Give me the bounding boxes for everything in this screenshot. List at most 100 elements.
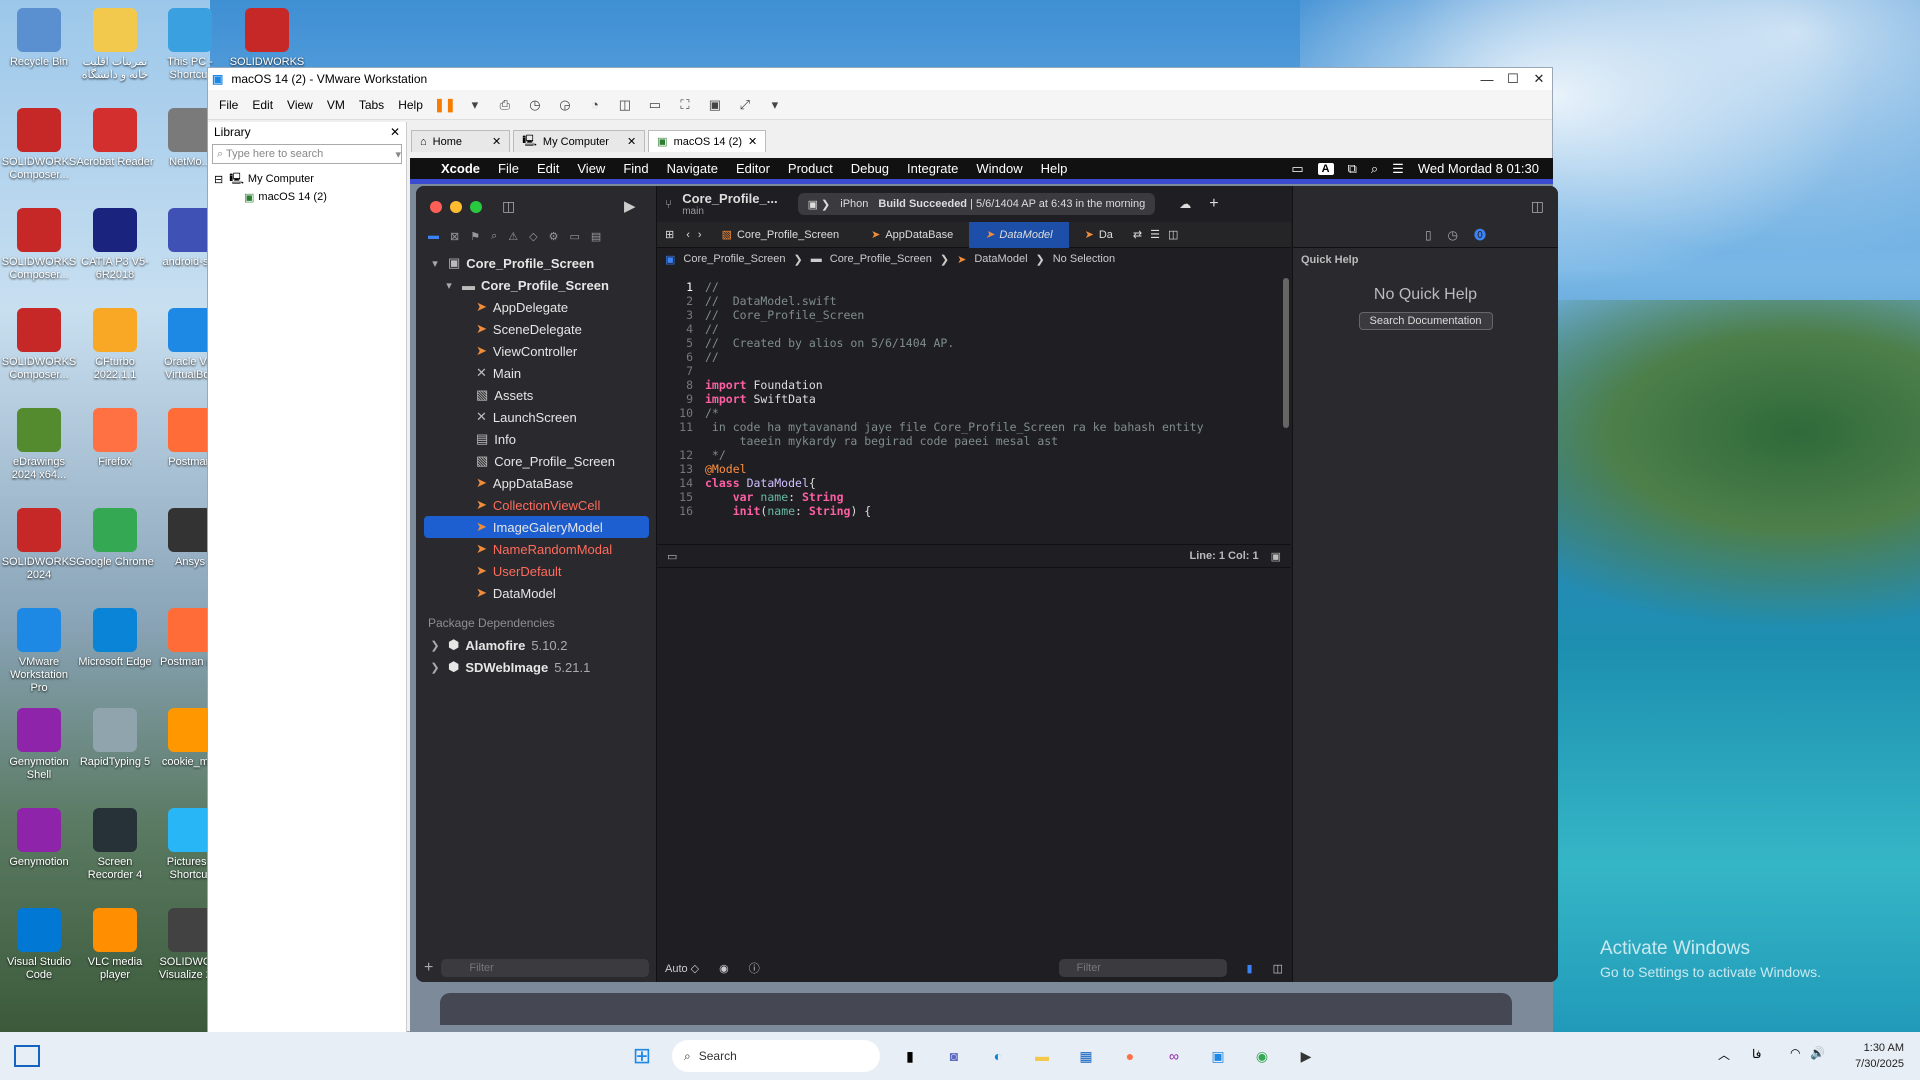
issue-icon[interactable]: ⚠: [508, 230, 518, 243]
snapshot-manager-icon[interactable]: ◔: [584, 94, 606, 116]
desktop-icon[interactable]: CATIA P3 V5-6R2018: [76, 208, 154, 282]
screen-record-icon[interactable]: ▭: [1291, 161, 1303, 177]
desktop-icon[interactable]: Firefox: [76, 408, 154, 469]
crumb-item[interactable]: DataModel: [974, 253, 1027, 265]
add-tab-icon[interactable]: +: [1209, 195, 1218, 213]
desktop-icon[interactable]: Screen Recorder 4: [76, 808, 154, 882]
grid-icon[interactable]: ⊞: [657, 228, 682, 241]
navigator-item[interactable]: ➤ CollectionViewCell: [416, 494, 657, 516]
right-pane-icon[interactable]: ◫: [1273, 962, 1283, 975]
tree-my-computer[interactable]: ⊟ 🖳 My Computer: [214, 170, 400, 188]
chrome-icon[interactable]: ◉: [1245, 1039, 1279, 1073]
quick-help-icon[interactable]: ⓿: [1474, 226, 1486, 243]
store-icon[interactable]: ▦: [1069, 1039, 1103, 1073]
desktop-icon[interactable]: VLC media player: [76, 908, 154, 982]
history-inspector-icon[interactable]: ◷: [1448, 228, 1458, 242]
dropdown-icon[interactable]: ▾: [464, 94, 486, 116]
desktop-icon[interactable]: Acrobat Reader: [76, 108, 154, 169]
tree-vm-macos[interactable]: ▣ macOS 14 (2): [214, 188, 400, 206]
editor-options-icon[interactable]: ☰: [1146, 228, 1164, 241]
menu-file[interactable]: File: [489, 161, 528, 176]
forward-icon[interactable]: ›: [694, 229, 706, 241]
navigator-item[interactable]: ➤ SceneDelegate: [416, 318, 657, 340]
tab-macos[interactable]: ▣ macOS 14 (2) ✕: [648, 130, 767, 152]
snapshot-icon[interactable]: ◷: [524, 94, 546, 116]
stage-manager-icon[interactable]: ⧉: [1348, 161, 1357, 177]
macos-guest-screen[interactable]: Xcode File Edit View Find Navigate Edito…: [410, 158, 1558, 1033]
desktop-icon[interactable]: RapidTyping 5: [76, 708, 154, 769]
menu-integrate[interactable]: Integrate: [898, 161, 967, 176]
console-view-icon[interactable]: ▣: [704, 94, 726, 116]
menu-xcode[interactable]: Xcode: [432, 161, 489, 176]
menu-debug[interactable]: Debug: [842, 161, 898, 176]
vmware-icon[interactable]: ▣: [1201, 1039, 1235, 1073]
navigator-item[interactable]: ✕ LaunchScreen: [416, 406, 657, 428]
bookmark-icon[interactable]: ⚑: [470, 230, 480, 243]
desktop-icon[interactable]: Genymotion: [0, 808, 78, 869]
menu-vm[interactable]: VM: [320, 98, 352, 112]
package-item[interactable]: ❯ ⬢ Alamofire 5.10.2: [416, 634, 657, 656]
crumb-item[interactable]: Core_Profile_Screen: [830, 253, 932, 265]
tab-close-icon[interactable]: ✕: [627, 135, 636, 148]
menubar-clock[interactable]: Wed Mordad 8 01:30: [1418, 161, 1539, 176]
navigator-filter-input[interactable]: Filter: [441, 959, 649, 977]
desktop-icon[interactable]: Google Chrome: [76, 508, 154, 569]
stretch-dropdown-icon[interactable]: ▾: [764, 94, 786, 116]
edge-icon[interactable]: ◐: [981, 1039, 1015, 1073]
navigator-item[interactable]: ➤ ViewController: [416, 340, 657, 362]
tab-my-computer[interactable]: 🖳 My Computer ✕: [513, 130, 646, 152]
library-close-icon[interactable]: ✕: [390, 125, 400, 139]
swap-icon[interactable]: ⇄: [1129, 228, 1146, 241]
tab-datamodel[interactable]: ➤ DataModel: [969, 221, 1069, 248]
add-icon[interactable]: +: [424, 959, 433, 977]
menu-find[interactable]: Find: [614, 161, 657, 176]
left-pane-icon[interactable]: ▮: [1247, 962, 1253, 975]
disclosure-icon[interactable]: ▾: [442, 279, 456, 292]
widgets-icon[interactable]: [14, 1045, 40, 1067]
folder-icon[interactable]: ▬: [428, 230, 439, 243]
start-icon[interactable]: ⊞: [625, 1039, 659, 1073]
tray-chevron-icon[interactable]: ︿: [1718, 1046, 1730, 1063]
package-item[interactable]: ❯ ⬢ SDWebImage 5.21.1: [416, 656, 657, 678]
tab-home[interactable]: ⌂ Home ✕: [411, 130, 511, 152]
suspend-pause-icon[interactable]: ❚❚: [434, 94, 456, 116]
menu-view[interactable]: View: [568, 161, 614, 176]
send-ctrl-alt-del-icon[interactable]: ⎙: [494, 94, 516, 116]
menu-editor[interactable]: Editor: [727, 161, 779, 176]
control-center-icon[interactable]: ☰: [1392, 161, 1404, 177]
mac-dock[interactable]: [440, 993, 1512, 1025]
navigator-item[interactable]: ▤ Info: [416, 428, 657, 450]
report-icon[interactable]: ▤: [591, 230, 601, 243]
tab-core-profile-screen[interactable]: ▧ Core_Profile_Screen: [706, 222, 856, 248]
tab-close-icon[interactable]: ✕: [748, 135, 757, 148]
show-library-icon[interactable]: ◫: [614, 94, 636, 116]
inspector-toggle-icon[interactable]: ◫: [1531, 198, 1544, 215]
navigator-item[interactable]: ▾ ▬ Core_Profile_Screen: [416, 274, 657, 296]
input-source-badge[interactable]: A: [1317, 162, 1334, 175]
test-icon[interactable]: ◇: [529, 230, 537, 243]
desktop-icon[interactable]: SOLIDWORKS 2024: [0, 508, 78, 582]
navigator-item[interactable]: ➤ AppDataBase: [416, 472, 657, 494]
menu-edit[interactable]: Edit: [528, 161, 568, 176]
disclosure-icon[interactable]: ❯: [428, 639, 442, 652]
menu-file[interactable]: File: [212, 98, 245, 112]
navigator-item[interactable]: ➤ UserDefault: [416, 560, 657, 582]
run-icon[interactable]: ▶: [624, 197, 636, 215]
desktop-icon[interactable]: eDrawings 2024 x64...: [0, 408, 78, 482]
spotlight-search-icon[interactable]: ⌕: [1371, 161, 1378, 177]
menu-help[interactable]: Help: [1032, 161, 1077, 176]
firefox-icon[interactable]: ●: [1113, 1039, 1147, 1073]
source-control-icon[interactable]: ⊠: [450, 230, 459, 243]
desktop-icon[interactable]: SOLIDWORKS Composer...: [0, 308, 78, 382]
tab-overflow[interactable]: ➤ Da: [1069, 222, 1129, 248]
genymotion-icon[interactable]: ∞: [1157, 1039, 1191, 1073]
stretch-guest-icon[interactable]: ⤢: [734, 94, 756, 116]
sidebar-toggle-icon[interactable]: ◫: [502, 198, 515, 215]
menu-tabs[interactable]: Tabs: [352, 98, 391, 112]
destination[interactable]: iPhon: [840, 198, 868, 210]
tab-appdatabase[interactable]: ➤ AppDataBase: [855, 222, 969, 248]
navigator-item[interactable]: ➤ ImageGaleryModel: [424, 516, 649, 538]
menu-navigate[interactable]: Navigate: [658, 161, 727, 176]
minimize-button[interactable]: —: [1474, 72, 1500, 87]
info-icon[interactable]: ⓘ: [749, 960, 760, 976]
